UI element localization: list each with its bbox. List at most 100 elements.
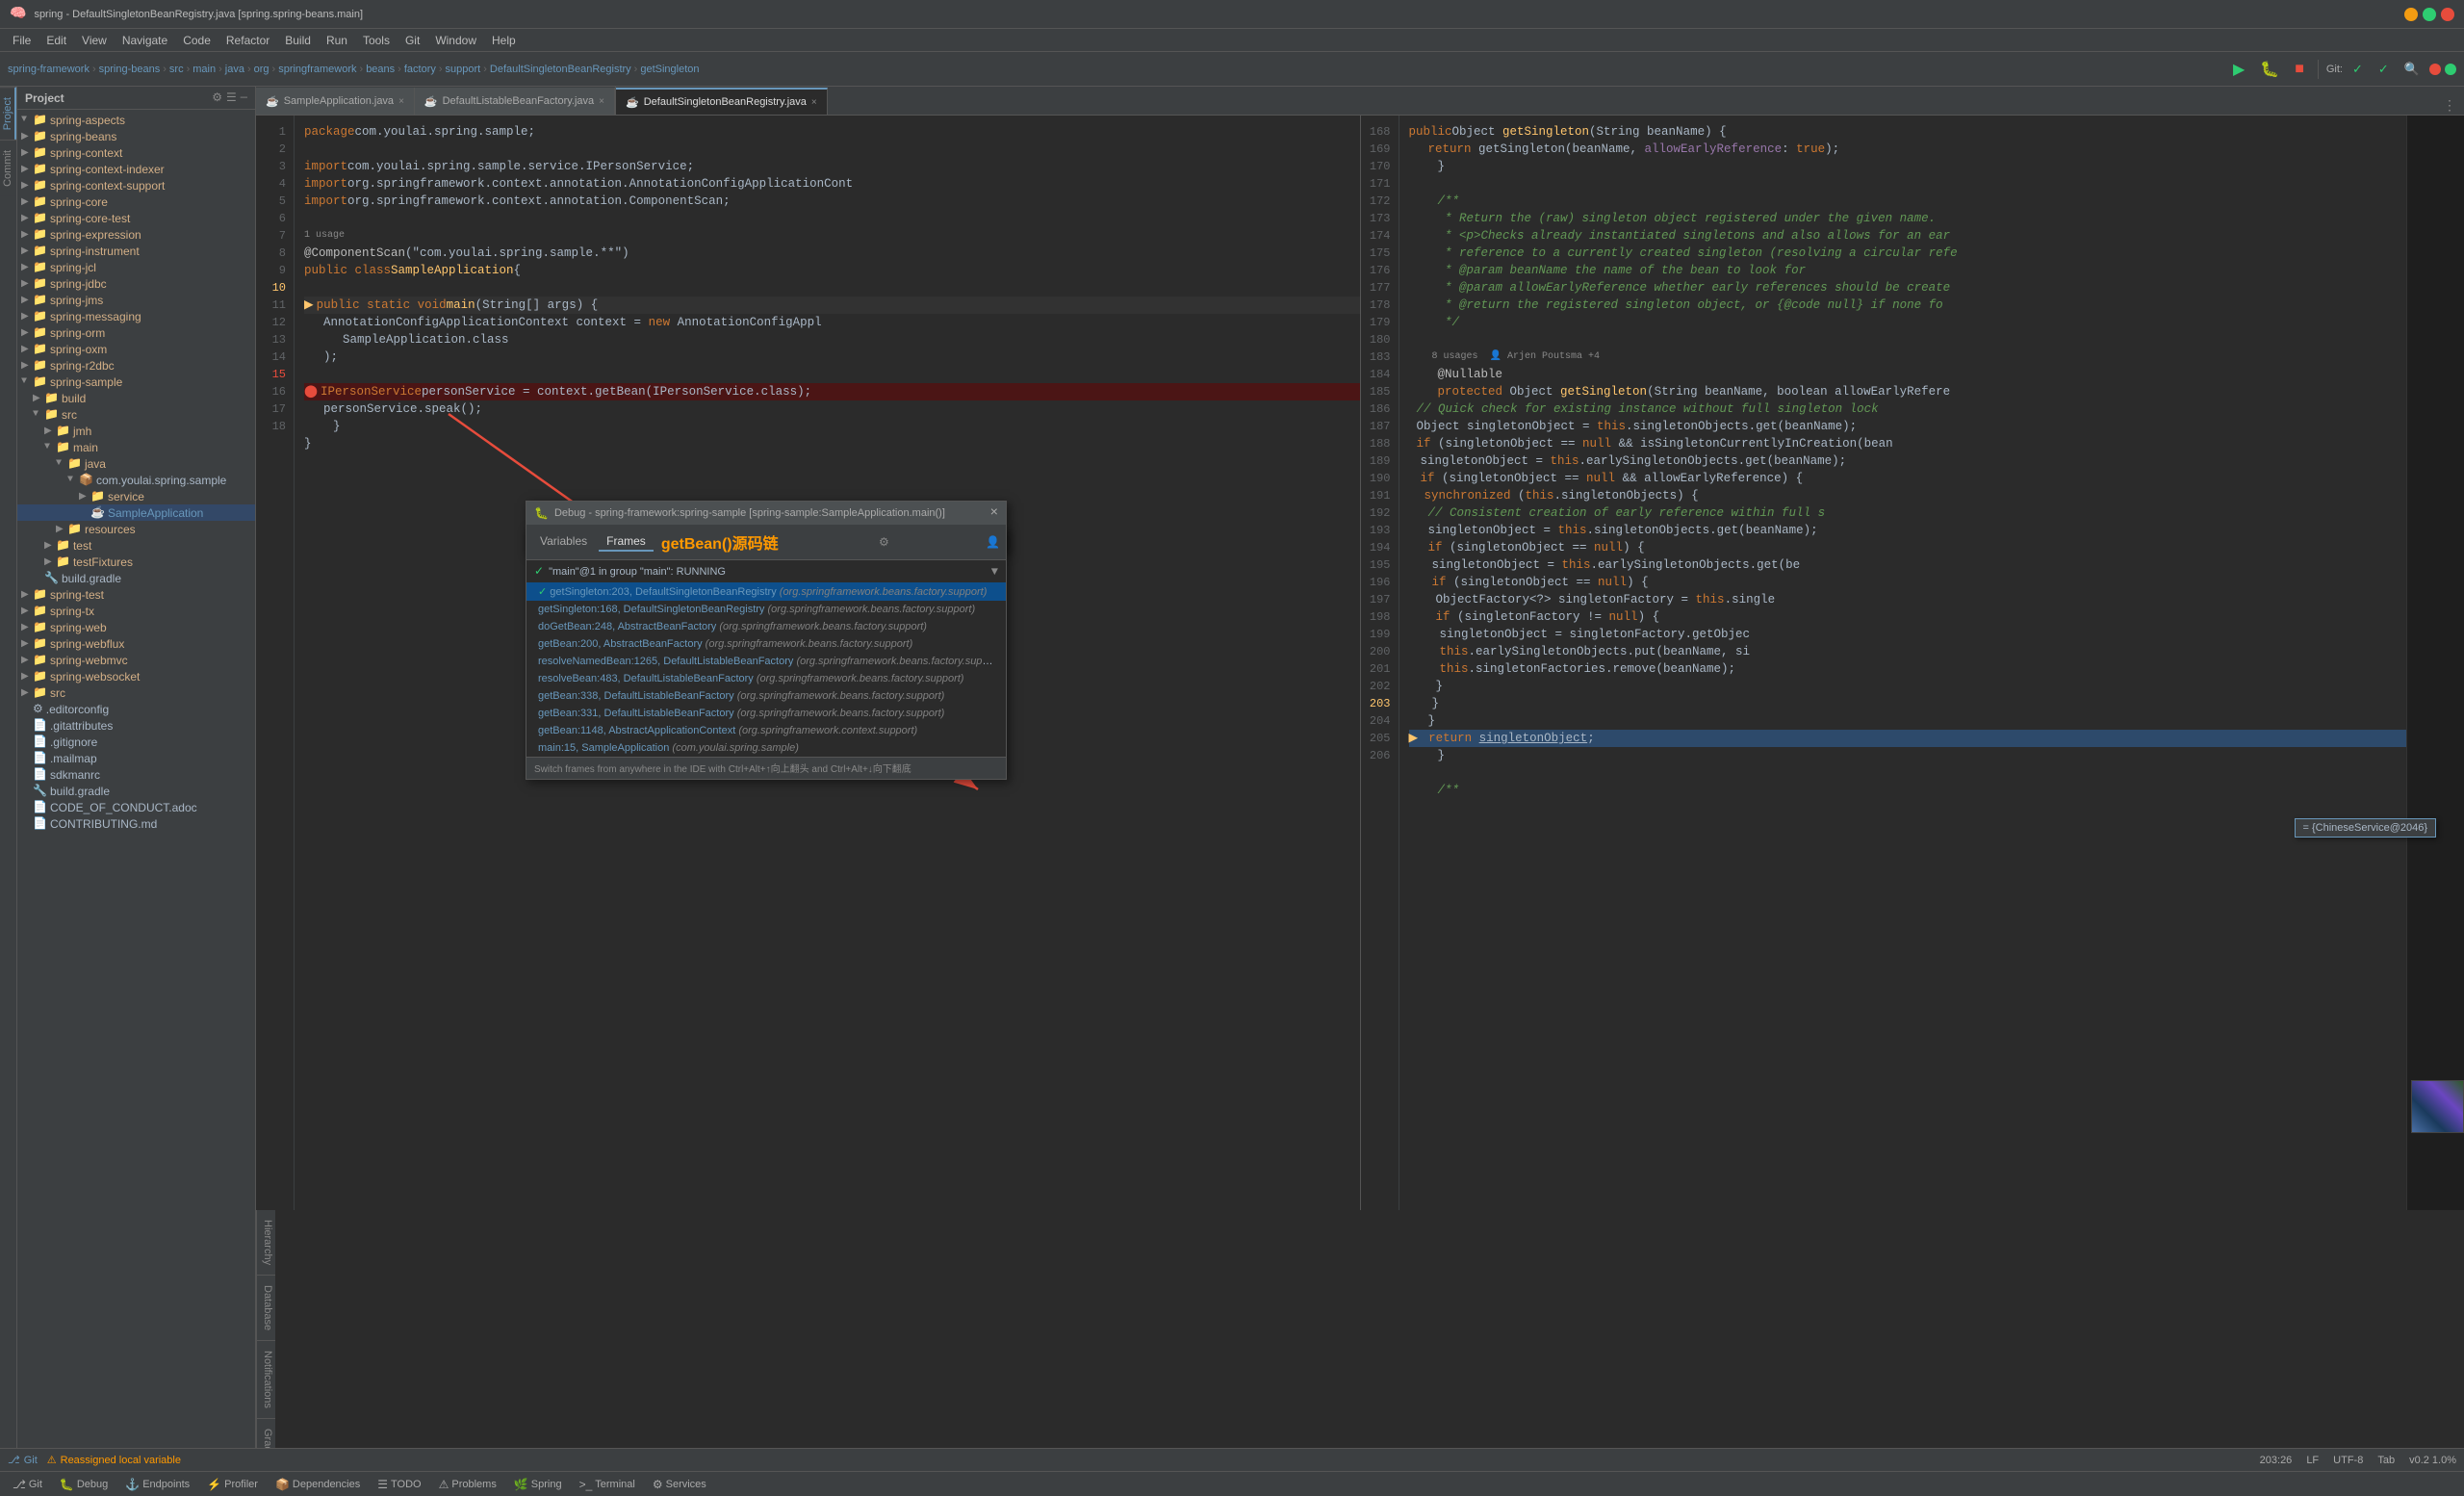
maximize-button[interactable]: [2423, 8, 2436, 21]
debug-frame-item[interactable]: getBean:200, AbstractBeanFactory (org.sp…: [526, 635, 1006, 653]
breadcrumb-factory[interactable]: factory: [404, 64, 436, 75]
project-collapse-icon[interactable]: ☰: [226, 90, 237, 105]
list-item[interactable]: 📄 sdkmanrc: [17, 766, 255, 783]
debug-frame-item[interactable]: main:15, SampleApplication (com.youlai.s…: [526, 739, 1006, 757]
tab-close-icon2[interactable]: ×: [599, 96, 604, 107]
status-encoding[interactable]: UTF-8: [2333, 1455, 2363, 1466]
status-git[interactable]: ⎇ Git: [8, 1454, 38, 1466]
git-tool-button[interactable]: ⎇ Git: [5, 1476, 50, 1493]
list-item[interactable]: 📄 .mailmap: [17, 750, 255, 766]
tree-item-sample-application[interactable]: ☕ SampleApplication: [17, 504, 255, 521]
status-indent[interactable]: Tab: [2377, 1455, 2395, 1466]
problems-button[interactable]: ⚠ Problems: [431, 1476, 504, 1493]
list-item[interactable]: ▶ 📁 spring-web: [17, 619, 255, 635]
tab-defaultlistable[interactable]: ☕ DefaultListableBeanFactory.java ×: [415, 88, 615, 115]
breadcrumb-beans[interactable]: beans: [366, 64, 395, 75]
list-item[interactable]: ▶ 📁 test: [17, 537, 255, 554]
stop-button[interactable]: ■: [2289, 58, 2310, 81]
list-item[interactable]: 📄 CODE_OF_CONDUCT.adoc: [17, 799, 255, 815]
breadcrumb-src[interactable]: src: [169, 64, 184, 75]
search-button[interactable]: 🔍: [2399, 59, 2426, 80]
project-settings-icon[interactable]: ⚙: [212, 90, 222, 105]
debug-frame-item[interactable]: getBean:1148, AbstractApplicationContext…: [526, 722, 1006, 739]
list-item[interactable]: ▶ 📁 jmh: [17, 423, 255, 439]
project-close-icon[interactable]: —: [241, 90, 247, 105]
list-item[interactable]: ▶ 📁 spring-core-test: [17, 210, 255, 226]
list-item[interactable]: ▶ 📁 src: [17, 684, 255, 701]
run-button[interactable]: ▶: [2227, 57, 2250, 82]
breadcrumb-spring-framework[interactable]: spring-framework: [8, 64, 90, 75]
breadcrumb-method[interactable]: getSingleton: [640, 64, 699, 75]
list-item[interactable]: 📄 CONTRIBUTING.md: [17, 815, 255, 832]
sidebar-tab-project[interactable]: Project: [0, 87, 16, 140]
right-tab-hierarchy[interactable]: Hierarchy: [257, 1210, 275, 1276]
list-item[interactable]: ▶ 📁 spring-orm: [17, 324, 255, 341]
breadcrumb-support[interactable]: support: [446, 64, 481, 75]
list-item[interactable]: ▼ 📁 src: [17, 406, 255, 423]
list-item[interactable]: ▼ 📦 com.youlai.spring.sample: [17, 472, 255, 488]
menu-tools[interactable]: Tools: [355, 32, 398, 49]
list-item[interactable]: ▶ 📁 spring-context-support: [17, 177, 255, 193]
list-item[interactable]: ▶ 📁 spring-messaging: [17, 308, 255, 324]
list-item[interactable]: ▶ 📁 testFixtures: [17, 554, 255, 570]
terminal-button[interactable]: >_ Terminal: [572, 1476, 643, 1493]
tree-item-service[interactable]: ▶ 📁 service: [17, 488, 255, 504]
list-item[interactable]: ▼ 📁 main: [17, 439, 255, 455]
breadcrumb-java[interactable]: java: [225, 64, 244, 75]
dependencies-button[interactable]: 📦 Dependencies: [268, 1476, 368, 1493]
list-item[interactable]: ▶ 📁 spring-context: [17, 144, 255, 161]
debug-frame-item[interactable]: resolveBean:483, DefaultListableBeanFact…: [526, 670, 1006, 687]
debug-frame-item[interactable]: getBean:338, DefaultListableBeanFactory …: [526, 687, 1006, 705]
spring-button[interactable]: 🌿 Spring: [506, 1476, 570, 1493]
debug-frame-item[interactable]: getSingleton:168, DefaultSingletonBeanRe…: [526, 601, 1006, 618]
tab-menu-icon[interactable]: ⋮: [2435, 98, 2464, 115]
tab-sample-application[interactable]: ☕ SampleApplication.java ×: [256, 88, 415, 115]
menu-edit[interactable]: Edit: [38, 32, 74, 49]
debug-tab-variables[interactable]: Variables: [532, 532, 595, 552]
list-item[interactable]: ▶ 📁 spring-jms: [17, 292, 255, 308]
minimize-button[interactable]: [2404, 8, 2418, 21]
menu-build[interactable]: Build: [277, 32, 319, 49]
debug-filter-icon[interactable]: ⚙: [879, 535, 889, 550]
breadcrumb-main[interactable]: main: [192, 64, 216, 75]
list-item[interactable]: ▶ 📁 spring-instrument: [17, 243, 255, 259]
list-item[interactable]: ▶ 📁 build: [17, 390, 255, 406]
list-item[interactable]: ▼ 📁 java: [17, 455, 255, 472]
tab-close-icon[interactable]: ×: [398, 96, 404, 107]
tab-close-icon3[interactable]: ×: [811, 97, 817, 108]
menu-file[interactable]: File: [5, 32, 38, 49]
sidebar-tab-commit[interactable]: Commit: [0, 140, 16, 196]
list-item[interactable]: ▶ 📁 spring-webflux: [17, 635, 255, 652]
debug-tool-button[interactable]: 🐛 Debug: [52, 1476, 116, 1493]
debug-person-icon[interactable]: 👤: [986, 535, 1000, 550]
list-item[interactable]: ▶ 📁 spring-oxm: [17, 341, 255, 357]
list-item[interactable]: ▶ 📁 spring-r2dbc: [17, 357, 255, 374]
list-item[interactable]: ▶ 📁 spring-websocket: [17, 668, 255, 684]
right-tab-notifications[interactable]: Notifications: [257, 1341, 275, 1419]
list-item[interactable]: ▶ 📁 spring-jdbc: [17, 275, 255, 292]
breadcrumb-springframework[interactable]: springframework: [278, 64, 356, 75]
debug-frame-item[interactable]: doGetBean:248, AbstractBeanFactory (org.…: [526, 618, 1006, 635]
list-item[interactable]: ▶ 📁 resources: [17, 521, 255, 537]
list-item[interactable]: ▶ 📁 spring-context-indexer: [17, 161, 255, 177]
status-reassigned[interactable]: ⚠ Reassigned local variable: [47, 1454, 181, 1466]
breadcrumb-spring-beans[interactable]: spring-beans: [99, 64, 161, 75]
breadcrumb-class[interactable]: DefaultSingletonBeanRegistry: [490, 64, 631, 75]
menu-navigate[interactable]: Navigate: [115, 32, 175, 49]
debug-popup-main-header[interactable]: 🐛 Debug - spring-framework:spring-sample…: [526, 502, 1006, 525]
list-item[interactable]: ▼ 📁 spring-sample: [17, 374, 255, 390]
list-item[interactable]: ⚙ .editorconfig: [17, 701, 255, 717]
menu-run[interactable]: Run: [319, 32, 355, 49]
breadcrumb-org[interactable]: org: [254, 64, 270, 75]
tree-root[interactable]: ▼ 📁 spring-aspects: [17, 112, 255, 128]
right-tab-database[interactable]: Database: [257, 1276, 275, 1341]
close-button[interactable]: [2441, 8, 2454, 21]
list-item[interactable]: 🔧 build.gradle: [17, 570, 255, 586]
list-item[interactable]: 📄 .gitattributes: [17, 717, 255, 734]
list-item[interactable]: ▶ 📁 spring-beans: [17, 128, 255, 144]
profiler-button[interactable]: ⚡ Profiler: [199, 1476, 266, 1493]
debug-frame-item[interactable]: getBean:331, DefaultListableBeanFactory …: [526, 705, 1006, 722]
debug-main-close-icon[interactable]: ×: [990, 505, 998, 521]
filter-icon[interactable]: ▼: [991, 565, 998, 579]
list-item[interactable]: ▶ 📁 spring-core: [17, 193, 255, 210]
